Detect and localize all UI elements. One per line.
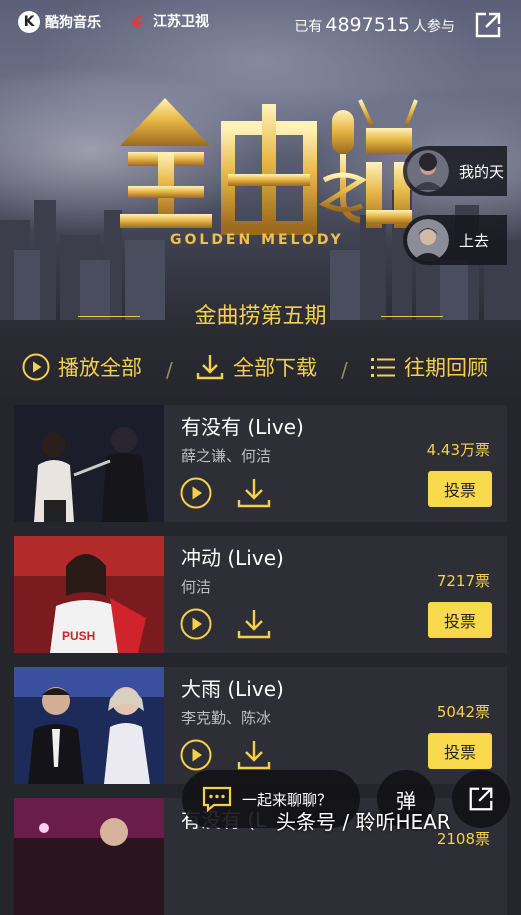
divider: / [341, 358, 348, 382]
episode-divider-right [381, 316, 443, 317]
download-all-label: 全部下载 [233, 356, 317, 380]
play-circle-icon[interactable] [180, 477, 212, 509]
play-circle-icon[interactable] [180, 608, 212, 640]
song-thumbnail [14, 798, 164, 915]
song-thumbnail [14, 405, 164, 522]
vote-button[interactable]: 投票 [428, 471, 492, 507]
song-artist: 薛之谦、何洁 [181, 447, 272, 465]
dj-name: 我的天 [459, 162, 505, 181]
download-icon[interactable] [236, 739, 272, 771]
list-item[interactable]: 有没有 (Live) 薛之谦、何洁 4.43万票 投票 [14, 405, 507, 522]
play-circle-icon [22, 353, 50, 381]
avatar [407, 150, 449, 192]
participants-suffix: 人参与 [413, 19, 455, 35]
participants-number: 4897515 [325, 14, 410, 36]
song-title: 大雨 (Live) [181, 677, 284, 701]
svg-text:PUSH: PUSH [62, 629, 95, 643]
play-all-label: 播放全部 [58, 356, 142, 380]
participant-count: 已有 4897515 人参与 [294, 14, 455, 36]
vote-button[interactable]: 投票 [428, 733, 492, 769]
vote-count: 5042票 [436, 703, 490, 721]
play-all-button[interactable]: 播放全部 [22, 352, 142, 382]
play-circle-icon[interactable] [180, 739, 212, 771]
share-button[interactable] [452, 770, 510, 828]
vote-count: 4.43万票 [426, 441, 490, 459]
dj-card-1[interactable]: 我的天 [403, 146, 507, 196]
kugou-logo-icon: K [18, 11, 40, 33]
avatar [407, 219, 449, 261]
divider: / [166, 358, 173, 382]
song-artist: 李克勤、陈冰 [181, 709, 272, 727]
jstv-logo-icon [131, 16, 146, 28]
list-icon [371, 358, 395, 377]
past-review-label: 往期回顾 [404, 356, 488, 380]
download-icon[interactable] [236, 608, 272, 640]
share-icon[interactable] [473, 10, 503, 40]
vote-button[interactable]: 投票 [428, 602, 492, 638]
kugou-brand-label: 酷狗音乐 [45, 15, 101, 31]
share-icon [469, 787, 493, 811]
vote-count: 7217票 [436, 572, 490, 590]
download-icon [196, 355, 224, 380]
song-artist: 何洁 [181, 578, 212, 596]
jstv-brand-label: 江苏卫视 [153, 14, 209, 30]
song-thumbnail: PUSH [14, 536, 164, 653]
download-all-button[interactable]: 全部下载 [195, 352, 317, 382]
episode-title: 金曲捞第五期 [194, 304, 327, 329]
chat-bubble-icon [202, 786, 232, 812]
song-title: 冲动 (Live) [181, 546, 284, 570]
top-bar: K 酷狗音乐 江苏卫视 已有 4897515 人参与 [0, 0, 521, 50]
list-item[interactable]: PUSH 冲动 (Live) 何洁 7217票 投票 [14, 536, 507, 653]
action-bar: 播放全部 / 全部下载 / 往期回顾 [0, 352, 521, 388]
dj-name: 上去 [459, 231, 490, 250]
watermark: 头条号 / 聆听HEAR [276, 810, 451, 834]
hero-banner: K 酷狗音乐 江苏卫视 已有 4897515 人参与 GOLDEN MELODY… [0, 0, 521, 395]
past-review-button[interactable]: 往期回顾 [370, 352, 488, 382]
dj-card-2[interactable]: 上去 [403, 215, 507, 265]
jstv-brand: 江苏卫视 [128, 11, 209, 31]
song-title: 有没有 (Live) [181, 415, 304, 439]
kugou-brand: K 酷狗音乐 [18, 11, 101, 33]
logo-subtitle: GOLDEN MELODY [170, 232, 344, 248]
list-item[interactable]: 大雨 (Live) 李克勤、陈冰 5042票 投票 [14, 667, 507, 784]
download-icon[interactable] [236, 477, 272, 509]
participants-prefix: 已有 [294, 19, 323, 35]
song-thumbnail [14, 667, 164, 784]
